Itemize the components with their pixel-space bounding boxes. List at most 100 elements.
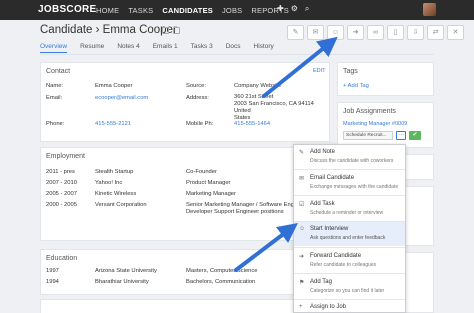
employment-company: Stealth Startup bbox=[95, 169, 134, 175]
contact-edit-link[interactable]: EDIT bbox=[313, 68, 326, 74]
gear-icon[interactable]: ⚙ bbox=[291, 4, 298, 14]
menu-item-subtitle: Refer candidate to colleagues bbox=[310, 262, 377, 268]
education-year: 1997 bbox=[46, 268, 59, 274]
mobile-label: Mobile Ph: bbox=[186, 121, 214, 127]
education-school: Arizona State University bbox=[95, 268, 157, 274]
education-school: Bharathiar University bbox=[95, 279, 149, 285]
menu-item-add-note[interactable]: ✎ Add Note Discuss the candidate with co… bbox=[294, 145, 405, 169]
education-card: Education 1997 Arizona State University … bbox=[40, 249, 330, 295]
link-icon[interactable]: ∞ bbox=[367, 25, 384, 40]
menu-item-assign-to-job[interactable]: + Assign to Job bbox=[294, 300, 405, 313]
tab-emails[interactable]: Emails 1 bbox=[153, 43, 178, 53]
employment-role: Co-Founder bbox=[186, 169, 217, 175]
app-logo[interactable]: JOBSCORE bbox=[38, 4, 97, 15]
close-icon[interactable]: ✕ bbox=[447, 25, 464, 40]
email-value[interactable]: ecooper@email.com bbox=[95, 95, 148, 101]
page-title: Candidate › Emma Cooper bbox=[40, 24, 177, 36]
footer-card bbox=[40, 299, 330, 313]
contact-title: Contact bbox=[46, 68, 71, 75]
menu-item-title: Add Note bbox=[310, 149, 336, 155]
note-icon: ✎ bbox=[299, 150, 305, 156]
forward-icon: ➜ bbox=[299, 254, 305, 260]
employment-years: 2005 - 2007 bbox=[46, 191, 77, 197]
menu-item-title: Add Tag bbox=[310, 279, 332, 285]
candidate-tabs: Overview Resume Notes 4 Emails 1 Tasks 3… bbox=[40, 43, 287, 53]
menu-item-add-task[interactable]: ☑ Add Task Schedule a reminder or interv… bbox=[294, 196, 405, 220]
reply-icon[interactable]: ✎ bbox=[287, 25, 304, 40]
interview-icon[interactable]: ☺ bbox=[327, 25, 344, 40]
menu-item-subtitle: Ask questions and enter feedback bbox=[310, 235, 386, 241]
avatar[interactable] bbox=[423, 3, 436, 16]
add-tag-link[interactable]: + Add Tag bbox=[343, 83, 369, 89]
title-icons bbox=[162, 27, 180, 34]
forward-icon[interactable]: ➜ bbox=[347, 25, 364, 40]
menu-item-email-candidate[interactable]: ✉ Email Candidate Exchange messages with… bbox=[294, 170, 405, 194]
employment-role: Marketing Manager bbox=[186, 191, 236, 197]
menu-item-add-tag[interactable]: ⚑ Add Tag Categorize so you can find it … bbox=[294, 274, 405, 298]
employment-role: Product Manager bbox=[186, 180, 231, 186]
address-line-1: 360 21st Street bbox=[234, 94, 274, 100]
education-title: Education bbox=[46, 255, 78, 262]
tab-history[interactable]: History bbox=[254, 43, 274, 53]
menu-item-title: Forward Candidate bbox=[310, 253, 362, 259]
education-year: 1994 bbox=[46, 279, 59, 285]
search-icon[interactable]: ⌕ bbox=[305, 4, 309, 14]
menu-item-subtitle: Discuss the candidate with coworkers bbox=[310, 158, 394, 164]
phone-label: Phone: bbox=[46, 121, 65, 127]
tab-overview[interactable]: Overview bbox=[40, 43, 68, 53]
name-value: Emma Cooper bbox=[95, 83, 133, 89]
employment-company: Versant Corporation bbox=[95, 202, 147, 208]
move-icon[interactable]: ⇄ bbox=[427, 25, 444, 40]
employment-years: 2011 - pres bbox=[46, 169, 75, 175]
phone-value[interactable]: 415-555-2121 bbox=[95, 121, 131, 127]
tab-docs[interactable]: Docs bbox=[226, 43, 241, 53]
tab-tasks[interactable]: Tasks 3 bbox=[191, 43, 213, 53]
thumbs-up-icon[interactable]: ✔ bbox=[409, 131, 421, 140]
employment-company: Yahoo! Inc bbox=[95, 180, 123, 186]
tab-resume[interactable]: Resume bbox=[80, 43, 104, 53]
employment-company: Kinetic Wireless bbox=[95, 191, 137, 197]
stage-select[interactable]: Schedule Recruit... bbox=[343, 131, 393, 140]
assign-icon: + bbox=[299, 304, 303, 310]
menu-item-subtitle: Schedule a reminder or interview bbox=[310, 210, 384, 216]
nav-link-jobs[interactable]: JOBS bbox=[222, 6, 242, 15]
tab-divider bbox=[40, 54, 434, 55]
nav-link-candidates[interactable]: CANDIDATES bbox=[162, 6, 213, 15]
menu-item-subtitle: Categorize so you can find it later bbox=[310, 288, 385, 294]
nav-link-home[interactable]: HOME bbox=[96, 6, 119, 15]
action-toolbar: ✎ ✉ ☺ ➜ ∞ ▯ ⇩ ⇄ ✕ bbox=[287, 25, 464, 40]
employment-years: 2000 - 2005 bbox=[46, 202, 77, 208]
job-link[interactable]: Marketing Manager #0009 bbox=[343, 121, 407, 127]
source-label: Source: bbox=[186, 83, 206, 89]
mobile-value[interactable]: 415-555-1464 bbox=[234, 121, 270, 127]
menu-item-start-interview[interactable]: ☺ Start Interview Ask questions and ente… bbox=[294, 222, 405, 246]
more-button[interactable]: ... bbox=[396, 131, 406, 140]
plus-icon[interactable]: ✚ bbox=[277, 4, 284, 14]
task-icon: ☑ bbox=[299, 202, 305, 208]
trash-icon[interactable]: ▯ bbox=[387, 25, 404, 40]
job-assignments-card: Job Assignments Marketing Manager #0009 … bbox=[337, 102, 434, 148]
nav-icons: ✚ ⚙ ⌕ bbox=[277, 4, 309, 14]
star-icon[interactable] bbox=[162, 27, 169, 34]
nav-links: HOME TASKS CANDIDATES JOBS REPORTS bbox=[96, 6, 289, 15]
email-icon: ✉ bbox=[299, 176, 305, 182]
employment-role-cont: Developer Support Engineer positions bbox=[186, 209, 284, 215]
action-menu: ✎ Add Note Discuss the candidate with co… bbox=[293, 144, 406, 313]
stage-select-value: Schedule Recruit... bbox=[346, 133, 387, 138]
address-label: Address: bbox=[186, 95, 209, 101]
education-degree: Bachelors, Communication bbox=[186, 279, 256, 285]
menu-item-subtitle: Exchange messages with the candidate bbox=[310, 184, 399, 190]
email-icon[interactable]: ✉ bbox=[307, 25, 324, 40]
copy-icon[interactable] bbox=[173, 27, 180, 34]
employment-years: 2007 - 2010 bbox=[46, 180, 77, 186]
contact-card: Contact EDIT Name: Emma Cooper Email: ec… bbox=[40, 62, 330, 142]
nav-link-tasks[interactable]: TASKS bbox=[128, 6, 153, 15]
tab-notes[interactable]: Notes 4 bbox=[117, 43, 139, 53]
menu-item-title: Assign to Job bbox=[310, 304, 347, 310]
source-value: Company Website bbox=[234, 83, 282, 89]
employment-title: Employment bbox=[46, 153, 85, 160]
more-button-label: ... bbox=[399, 131, 405, 137]
employment-role: Senior Marketing Manager / Software Engi… bbox=[186, 202, 309, 208]
menu-item-forward-candidate[interactable]: ➜ Forward Candidate Refer candidate to c… bbox=[294, 248, 405, 272]
download-icon[interactable]: ⇩ bbox=[407, 25, 424, 40]
